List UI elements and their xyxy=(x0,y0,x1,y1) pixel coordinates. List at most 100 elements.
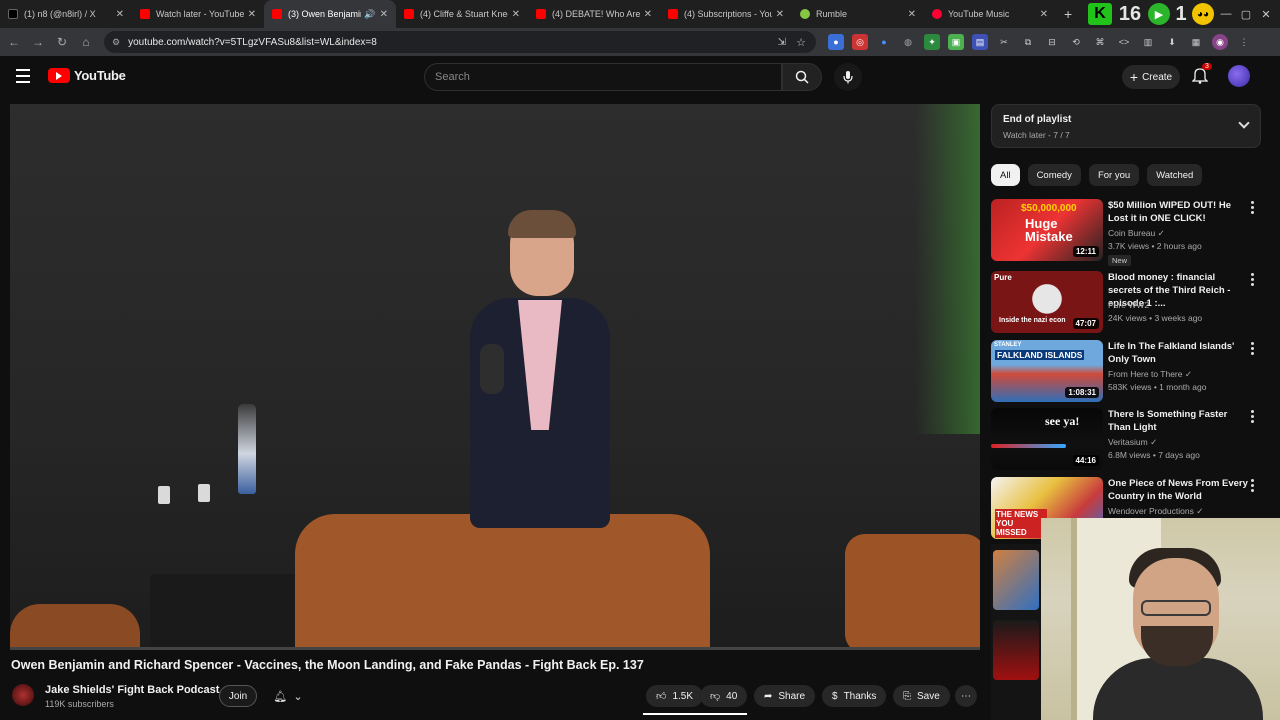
video-progress-bar[interactable] xyxy=(10,647,980,650)
thanks-button[interactable]: $ Thanks xyxy=(822,685,887,707)
video-thumbnail[interactable]: $50,000,000 Huge Mistake 12:11 xyxy=(991,199,1103,261)
subscription-bell-button[interactable]: 🔔︎ ⌄ xyxy=(268,686,308,706)
recommendation-channel[interactable]: Veritasium ✓ xyxy=(1108,437,1157,448)
search-input[interactable]: Search xyxy=(424,63,782,91)
reading-list-icon[interactable]: ▥ xyxy=(1140,34,1156,50)
video-thumbnail[interactable]: see ya! 44:16 xyxy=(991,408,1103,470)
recommendation-item[interactable]: see ya! 44:16 There Is Something Faster … xyxy=(991,408,1261,472)
playlist-panel[interactable]: End of playlist Watch later - 7 / 7 xyxy=(991,104,1261,148)
video-thumbnail[interactable]: Pure Inside the nazi econ 47:07 xyxy=(991,271,1103,333)
voice-search-button[interactable] xyxy=(834,63,862,91)
site-info-icon[interactable]: ⚙ xyxy=(112,37,120,48)
history-icon[interactable]: ⟲ xyxy=(1068,34,1084,50)
play-icon[interactable]: ▶ xyxy=(1148,3,1170,25)
browser-tab[interactable]: (1) n8 (@n8irl) / X ✕ xyxy=(0,0,132,28)
home-icon[interactable]: ⌂ xyxy=(74,35,98,49)
extension-icon[interactable]: ✂ xyxy=(996,34,1012,50)
dislike-button[interactable]: 👎︎ 40 xyxy=(700,685,748,707)
extension-icon[interactable]: ⊟ xyxy=(1044,34,1060,50)
more-actions-button[interactable]: ⋯ xyxy=(955,685,977,707)
chip-for-you[interactable]: For you xyxy=(1088,164,1140,186)
browser-tab[interactable]: Watch later - YouTube ✕ xyxy=(132,0,264,28)
close-icon[interactable]: ✕ xyxy=(380,9,388,20)
recommendation-title[interactable]: Life In The Falkland Islands' Only Town xyxy=(1108,340,1248,366)
downloads-icon[interactable]: ⬇ xyxy=(1164,34,1180,50)
close-icon[interactable]: ✕ xyxy=(776,9,784,20)
new-tab-icon[interactable]: + xyxy=(1064,6,1080,22)
browser-tab[interactable]: Rumble ✕ xyxy=(792,0,924,28)
extension-icon[interactable]: ◍ xyxy=(900,34,916,50)
profile-avatar-icon[interactable]: ◉ xyxy=(1212,34,1228,50)
menu-icon[interactable]: ⋮ xyxy=(1236,34,1252,50)
partial-thumbnails[interactable] xyxy=(991,544,1041,720)
extension-icon[interactable]: ⌘ xyxy=(1092,34,1108,50)
extension-icon[interactable]: ● xyxy=(828,34,844,50)
recommendation-title[interactable]: One Piece of News From Every Country in … xyxy=(1108,477,1248,503)
reload-icon[interactable]: ↻ xyxy=(50,35,74,49)
like-button[interactable]: 👍︎ 1.5K xyxy=(646,685,704,707)
kick-icon[interactable]: K xyxy=(1088,3,1112,25)
join-button[interactable]: Join xyxy=(219,685,257,707)
video-player[interactable] xyxy=(10,104,980,650)
emoji-icon[interactable]: ◕◕ xyxy=(1192,3,1214,25)
more-options-icon[interactable] xyxy=(1251,342,1255,357)
close-icon[interactable]: ✕ xyxy=(116,9,124,20)
more-options-icon[interactable] xyxy=(1251,273,1255,288)
notifications-button[interactable]: 3 xyxy=(1191,63,1212,86)
install-icon[interactable]: ⇲ xyxy=(778,37,786,48)
extension-icon[interactable]: ✦ xyxy=(924,34,940,50)
browser-tab-active[interactable]: (3) Owen Benjamin 🔊 ✕ xyxy=(264,0,396,28)
create-button[interactable]: + Create xyxy=(1122,65,1180,89)
extension-icon[interactable]: ⧉ xyxy=(1020,34,1036,50)
back-icon[interactable]: ← xyxy=(2,35,26,49)
channel-name[interactable]: Jake Shields' Fight Back Podcast xyxy=(45,684,219,696)
close-icon[interactable]: ✕ xyxy=(512,9,520,20)
code-icon[interactable]: <> xyxy=(1116,34,1132,50)
share-button[interactable]: ➦ Share xyxy=(754,685,816,707)
close-icon[interactable]: ✕ xyxy=(908,9,916,20)
video-thumbnail[interactable]: STANLEY FALKLAND ISLANDS 1:08:31 xyxy=(991,340,1103,402)
browser-tab[interactable]: YouTube Music ✕ xyxy=(924,0,1056,28)
more-options-icon[interactable] xyxy=(1251,479,1255,494)
recommendation-item[interactable]: STANLEY FALKLAND ISLANDS 1:08:31 Life In… xyxy=(991,340,1261,404)
hamburger-menu-icon[interactable] xyxy=(16,69,30,87)
chip-all[interactable]: All xyxy=(991,164,1020,186)
maximize-icon[interactable]: ▢ xyxy=(1238,8,1254,21)
recommendation-channel[interactable]: Wendover Productions ✓ xyxy=(1108,506,1203,517)
search-button[interactable] xyxy=(782,63,822,91)
browser-tab[interactable]: (4) Subscriptions - YouT ✕ xyxy=(660,0,792,28)
forward-icon[interactable]: → xyxy=(26,35,50,49)
recommendation-channel[interactable]: Pure WW2 xyxy=(1108,300,1149,310)
extension-icon[interactable]: ● xyxy=(876,34,892,50)
close-icon[interactable]: ✕ xyxy=(248,9,256,20)
recommendation-item[interactable]: Pure Inside the nazi econ 47:07 Blood mo… xyxy=(991,271,1261,335)
close-icon[interactable]: ✕ xyxy=(644,9,652,20)
close-icon[interactable]: ✕ xyxy=(1040,9,1048,20)
chip-watched[interactable]: Watched xyxy=(1147,164,1203,186)
channel-avatar[interactable] xyxy=(12,684,34,706)
speaker-icon[interactable]: 🔊 xyxy=(364,9,375,20)
youtube-logo[interactable]: YouTube xyxy=(48,68,126,83)
sidepanel-icon[interactable]: ▦ xyxy=(1188,34,1204,50)
video-thumbnail[interactable] xyxy=(993,550,1039,610)
url-field[interactable]: ⚙ youtube.com/watch?v=5TLgzVFASu8&list=W… xyxy=(104,31,816,53)
minimize-icon[interactable]: — xyxy=(1218,8,1234,20)
video-thumbnail[interactable] xyxy=(993,620,1039,680)
chevron-down-icon[interactable] xyxy=(1238,117,1250,129)
recommendation-item[interactable]: $50,000,000 Huge Mistake 12:11 $50 Milli… xyxy=(991,199,1261,266)
bookmark-star-icon[interactable]: ☆ xyxy=(796,36,806,49)
account-avatar[interactable] xyxy=(1228,65,1250,87)
browser-tab[interactable]: (4) Cliffe & Stuart Knech ✕ xyxy=(396,0,528,28)
more-options-icon[interactable] xyxy=(1251,201,1255,216)
browser-tab[interactable]: (4) DEBATE! Who Are th ✕ xyxy=(528,0,660,28)
window-close-icon[interactable]: ✕ xyxy=(1258,8,1274,21)
recommendation-title[interactable]: There Is Something Faster Than Light xyxy=(1108,408,1248,434)
more-options-icon[interactable] xyxy=(1251,410,1255,425)
chip-comedy[interactable]: Comedy xyxy=(1027,164,1081,186)
recommendation-title[interactable]: $50 Million WIPED OUT! He Lost it in ONE… xyxy=(1108,199,1248,225)
recommendation-channel[interactable]: Coin Bureau ✓ xyxy=(1108,228,1165,239)
extension-icon[interactable]: ▣ xyxy=(948,34,964,50)
save-button[interactable]: ⎘ Save xyxy=(893,685,950,707)
extension-icon[interactable]: ◎ xyxy=(852,34,868,50)
recommendation-channel[interactable]: From Here to There ✓ xyxy=(1108,369,1192,380)
